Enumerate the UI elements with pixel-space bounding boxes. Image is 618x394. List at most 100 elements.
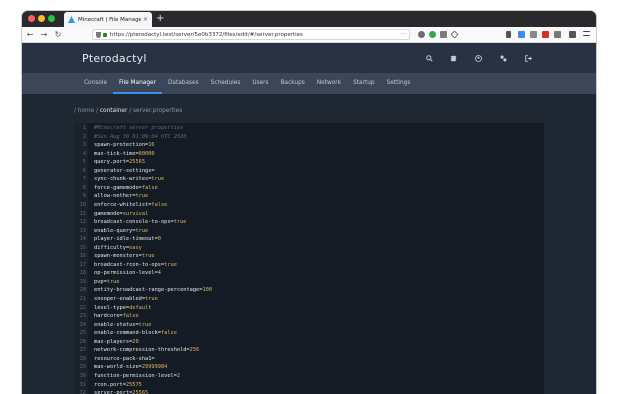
- browser-tab[interactable]: Minecraft | File Manager ×: [64, 12, 152, 27]
- menu-icon[interactable]: [583, 31, 590, 36]
- library-icon[interactable]: [530, 31, 537, 38]
- tab-schedules[interactable]: Schedules: [205, 73, 247, 94]
- logout-icon[interactable]: [525, 55, 532, 62]
- extension-red-icon[interactable]: [542, 31, 549, 38]
- tab-users[interactable]: Users: [246, 73, 274, 94]
- code-line[interactable]: 25 enable-command-block=false: [74, 329, 544, 338]
- code-property[interactable]: player-idle-timeout=0: [94, 235, 161, 244]
- lock-icon[interactable]: [103, 32, 107, 37]
- code-line[interactable]: 18 op-permission-level=4: [74, 269, 544, 278]
- code-line[interactable]: 14 player-idle-timeout=0: [74, 235, 544, 244]
- search-icon[interactable]: [426, 55, 433, 62]
- code-property[interactable]: rcon.port=25575: [94, 381, 142, 390]
- brand-logo[interactable]: Pterodactyl: [82, 52, 147, 65]
- settings-icon[interactable]: [500, 55, 507, 62]
- code-line[interactable]: 31 rcon.port=25575: [74, 381, 544, 390]
- code-line[interactable]: 20 entity-broadcast-range-percentage=100: [74, 286, 544, 295]
- code-property[interactable]: force-gamemode=false: [94, 184, 158, 193]
- code-line[interactable]: 28 resource-pack-sha1=: [74, 355, 544, 364]
- code-property[interactable]: pvp=true: [94, 278, 120, 287]
- code-property[interactable]: gamemode=survival: [94, 210, 148, 219]
- back-icon[interactable]: ←: [24, 30, 36, 39]
- code-property[interactable]: broadcast-rcon-to-ops=true: [94, 261, 177, 270]
- code-line[interactable]: 26 max-players=20: [74, 338, 544, 347]
- extension-icon[interactable]: [429, 31, 436, 38]
- code-property[interactable]: hardcore=false: [94, 312, 139, 321]
- new-tab-button[interactable]: +: [156, 13, 164, 25]
- code-property[interactable]: allow-nether=true: [94, 192, 148, 201]
- code-property[interactable]: spawn-protection=16: [94, 141, 155, 150]
- code-line[interactable]: 4 max-tick-time=60000: [74, 150, 544, 159]
- tab-file-manager[interactable]: File Manager: [113, 73, 162, 94]
- code-editor[interactable]: 1 #Minecraft server properties 2 #Sun Aug 3…: [74, 123, 544, 394]
- code-property[interactable]: enable-command-block=false: [94, 329, 177, 338]
- code-line[interactable]: 8 force-gamemode=false: [74, 184, 544, 193]
- code-line[interactable]: 23 hardcore=false: [74, 312, 544, 321]
- code-line[interactable]: 3 spawn-protection=16: [74, 141, 544, 150]
- code-property[interactable]: max-tick-time=60000: [94, 150, 155, 159]
- code-line[interactable]: 22 level-type=default: [74, 304, 544, 313]
- code-line[interactable]: 5 query.port=25565: [74, 158, 544, 167]
- url-text[interactable]: https://pterodactyl.test/server/5e0b3372…: [110, 32, 398, 38]
- pocket-icon[interactable]: [418, 31, 425, 38]
- sidebar-icon[interactable]: [554, 31, 561, 38]
- code-property[interactable]: snooper-enabled=true: [94, 295, 158, 304]
- tab-close-icon[interactable]: ×: [143, 16, 148, 23]
- tab-startup[interactable]: Startup: [347, 73, 381, 94]
- breadcrumb-container[interactable]: container: [100, 108, 127, 114]
- code-property[interactable]: difficulty=easy: [94, 244, 142, 253]
- tab-network[interactable]: Network: [311, 73, 347, 94]
- reload-icon[interactable]: ↻: [52, 30, 64, 39]
- tab-backups[interactable]: Backups: [275, 73, 311, 94]
- bookmark-star-icon[interactable]: [450, 30, 459, 39]
- code-property[interactable]: level-type=default: [94, 304, 151, 313]
- minimize-window-button[interactable]: [38, 15, 45, 22]
- code-line[interactable]: 30 function-permission-level=2: [74, 372, 544, 381]
- account-icon[interactable]: [475, 55, 482, 62]
- tab-databases[interactable]: Databases: [162, 73, 205, 94]
- code-property[interactable]: enable-status=true: [94, 321, 151, 330]
- code-line[interactable]: 15 difficulty=easy: [74, 244, 544, 253]
- url-bar[interactable]: https://pterodactyl.test/server/5e0b3372…: [92, 29, 410, 40]
- layers-icon[interactable]: [450, 55, 457, 62]
- code-comment[interactable]: #Sun Aug 30 01:09:04 UTC 2020: [94, 133, 186, 142]
- code-line[interactable]: 6 generator-settings=: [74, 167, 544, 176]
- code-property[interactable]: enforce-whitelist=false: [94, 201, 167, 210]
- code-property[interactable]: broadcast-console-to-ops=true: [94, 218, 187, 227]
- code-property[interactable]: max-players=20: [94, 338, 139, 347]
- code-line[interactable]: 10 enforce-whitelist=false: [74, 201, 544, 210]
- code-line[interactable]: 21 snooper-enabled=true: [74, 295, 544, 304]
- tab-settings[interactable]: Settings: [381, 73, 417, 94]
- code-line[interactable]: 27 network-compression-threshold=256: [74, 346, 544, 355]
- code-property[interactable]: function-permission-level=2: [94, 372, 180, 381]
- code-line[interactable]: 7 sync-chunk-writes=true: [74, 175, 544, 184]
- extensions-icon[interactable]: [569, 31, 576, 38]
- code-property[interactable]: network-compression-threshold=256: [94, 346, 199, 355]
- code-line[interactable]: 32 server-port=25565: [74, 389, 544, 394]
- code-property[interactable]: server-port=25565: [94, 389, 148, 394]
- code-property[interactable]: op-permission-level=4: [94, 269, 161, 278]
- code-property[interactable]: query.port=25565: [94, 158, 145, 167]
- code-property[interactable]: max-world-size=29999984: [94, 363, 167, 372]
- zoom-window-button[interactable]: [48, 15, 55, 22]
- code-property[interactable]: resource-pack-sha1=: [94, 355, 155, 364]
- breadcrumb-home[interactable]: home: [78, 108, 94, 114]
- tab-console[interactable]: Console: [78, 73, 113, 94]
- code-property[interactable]: enable-query=true: [94, 227, 148, 236]
- code-line[interactable]: 9 allow-nether=true: [74, 192, 544, 201]
- code-comment[interactable]: #Minecraft server properties: [94, 124, 183, 133]
- code-line[interactable]: 12 broadcast-console-to-ops=true: [74, 218, 544, 227]
- code-line[interactable]: 13 enable-query=true: [74, 227, 544, 236]
- code-property[interactable]: sync-chunk-writes=true: [94, 175, 164, 184]
- download-icon[interactable]: [518, 31, 525, 38]
- code-property[interactable]: spawn-monsters=true: [94, 252, 155, 261]
- page-actions-icon[interactable]: ···: [400, 31, 406, 38]
- close-window-button[interactable]: [28, 15, 35, 22]
- code-line[interactable]: 29 max-world-size=29999984: [74, 363, 544, 372]
- forward-icon[interactable]: →: [38, 30, 50, 39]
- tracking-shield-icon[interactable]: [96, 31, 101, 38]
- clipboard-icon[interactable]: [440, 31, 447, 38]
- code-line[interactable]: 16 spawn-monsters=true: [74, 252, 544, 261]
- tools-icon[interactable]: [506, 31, 511, 38]
- code-line[interactable]: 19 pvp=true: [74, 278, 544, 287]
